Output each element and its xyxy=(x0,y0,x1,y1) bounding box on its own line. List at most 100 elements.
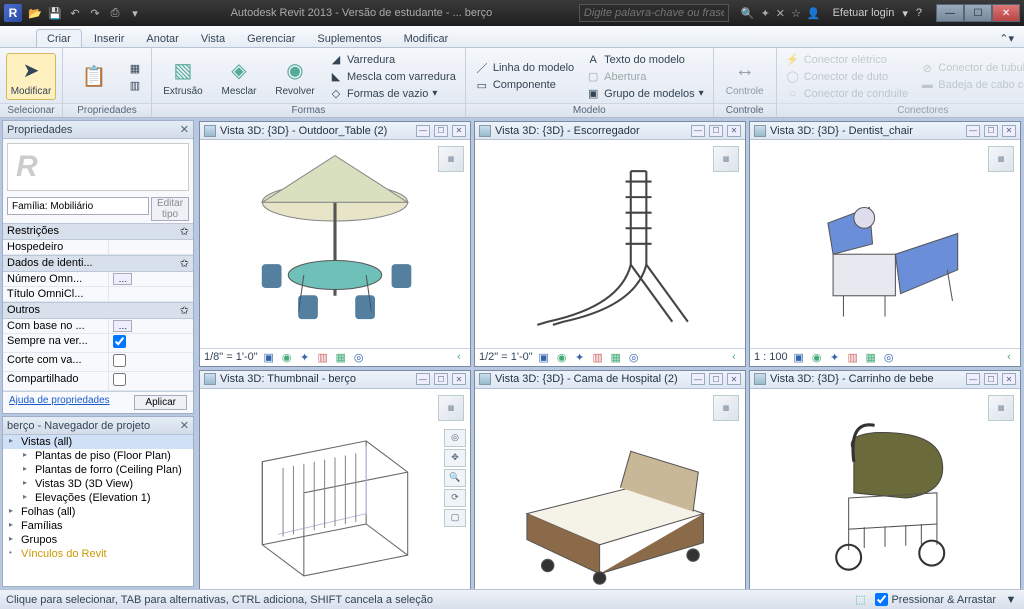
vc-arrow-icon[interactable]: ‹ xyxy=(727,351,741,363)
formas-vazio-button[interactable]: ◇Formas de vazio ▾ xyxy=(326,86,459,102)
controle-button[interactable]: ↔Controle xyxy=(720,54,770,99)
mesclar-button[interactable]: ◈Mesclar xyxy=(214,54,264,99)
help-icon[interactable]: ? xyxy=(916,7,922,19)
nav-orbit-icon[interactable]: ⟳ xyxy=(444,489,466,507)
view-max-icon[interactable]: ☐ xyxy=(984,373,998,385)
user-icon[interactable]: 👤 xyxy=(807,7,821,20)
vc-icon[interactable]: ▣ xyxy=(792,351,806,363)
texto-modelo-button[interactable]: ATexto do modelo xyxy=(583,52,707,68)
view-max-icon[interactable]: ☐ xyxy=(434,125,448,137)
apply-button[interactable]: Aplicar xyxy=(134,395,187,410)
properties-help-link[interactable]: Ajuda de propriedades xyxy=(9,395,110,410)
tree-vinculos[interactable]: Vínculos do Revit xyxy=(3,547,193,561)
view-close-icon[interactable]: ✕ xyxy=(452,373,466,385)
vc-icon[interactable]: ▥ xyxy=(316,351,330,363)
prop-titulo-omni[interactable]: Título OmniCl... xyxy=(3,287,193,302)
view-canvas[interactable]: ▩ xyxy=(200,140,470,348)
vc-icon[interactable]: ✦ xyxy=(573,351,587,363)
view-close-icon[interactable]: ✕ xyxy=(727,125,741,137)
nav-pan-icon[interactable]: ✥ xyxy=(444,449,466,467)
prop-compartilhado[interactable]: Compartilhado xyxy=(3,372,193,391)
view-min-icon[interactable]: — xyxy=(966,125,980,137)
family-types-button[interactable]: ▦ xyxy=(125,60,145,76)
view-canvas[interactable]: ▩ ◎ ✥ 🔍 ⟳ ▢ xyxy=(200,389,470,589)
view-min-icon[interactable]: — xyxy=(691,125,705,137)
vc-icon[interactable]: ▣ xyxy=(262,351,276,363)
subscription-icon[interactable]: ✦ xyxy=(761,7,770,20)
vc-icon[interactable]: ▥ xyxy=(591,351,605,363)
view-close-icon[interactable]: ✕ xyxy=(452,125,466,137)
app-menu-icon[interactable]: R xyxy=(4,4,22,22)
vc-arrow-icon[interactable]: ‹ xyxy=(452,351,466,363)
view-min-icon[interactable]: — xyxy=(691,373,705,385)
vc-icon[interactable]: ▦ xyxy=(864,351,878,363)
viewcube[interactable]: ▩ xyxy=(438,146,464,172)
nav-wheel-icon[interactable]: ◎ xyxy=(444,429,466,447)
search-input[interactable] xyxy=(579,4,729,22)
view-max-icon[interactable]: ☐ xyxy=(984,125,998,137)
press-drag-checkbox[interactable] xyxy=(875,593,888,606)
prop-sempre-ver[interactable]: Sempre na ver... xyxy=(3,334,193,353)
view-max-icon[interactable]: ☐ xyxy=(434,373,448,385)
view-canvas[interactable]: ▩ xyxy=(750,140,1020,348)
tree-plantas-piso[interactable]: Plantas de piso (Floor Plan) xyxy=(17,449,193,463)
tree-folhas[interactable]: Folhas (all) xyxy=(3,505,193,519)
tree-plantas-forro[interactable]: Plantas de forro (Ceiling Plan) xyxy=(17,463,193,477)
vc-icon[interactable]: ◎ xyxy=(352,351,366,363)
cat-outros[interactable]: Outros✩ xyxy=(3,302,193,319)
vc-icon[interactable]: ✦ xyxy=(828,351,842,363)
prop-corte-va[interactable]: Corte com va... xyxy=(3,353,193,372)
vc-icon[interactable]: ◎ xyxy=(882,351,896,363)
view-close-icon[interactable]: ✕ xyxy=(1002,373,1016,385)
viewcube[interactable]: ▩ xyxy=(713,146,739,172)
varredura-button[interactable]: ◢Varredura xyxy=(326,52,459,68)
revolver-button[interactable]: ◉Revolver xyxy=(270,54,320,99)
tree-familias[interactable]: Famílias xyxy=(3,519,193,533)
sempre-ver-checkbox[interactable] xyxy=(113,335,126,348)
view-min-icon[interactable]: — xyxy=(416,373,430,385)
tab-vista[interactable]: Vista xyxy=(191,30,235,47)
tree-grupos[interactable]: Grupos xyxy=(3,533,193,547)
browser-close-icon[interactable]: ✕ xyxy=(180,419,189,432)
cat-dados-ident[interactable]: Dados de identi...✩ xyxy=(3,255,193,272)
tab-anotar[interactable]: Anotar xyxy=(136,30,188,47)
vc-icon[interactable]: ✦ xyxy=(298,351,312,363)
close-button[interactable]: ✕ xyxy=(992,4,1020,22)
filter-icon[interactable]: ▼ xyxy=(1004,593,1018,607)
family-category-button[interactable]: ▥ xyxy=(125,77,145,93)
vc-icon[interactable]: ▥ xyxy=(846,351,860,363)
mescla-varredura-button[interactable]: ◣Mescla com varredura xyxy=(326,69,459,85)
viewcube[interactable]: ▩ xyxy=(438,395,464,421)
family-type-select[interactable] xyxy=(7,197,149,215)
save-icon[interactable]: 💾 xyxy=(46,4,64,22)
view-canvas[interactable]: ▩ xyxy=(750,389,1020,589)
vc-icon[interactable]: ◉ xyxy=(280,351,294,363)
view-close-icon[interactable]: ✕ xyxy=(1002,125,1016,137)
properties-button[interactable]: 📋 xyxy=(69,61,119,93)
nav-zoom-icon[interactable]: 🔍 xyxy=(444,469,466,487)
favorite-icon[interactable]: ☆ xyxy=(791,7,801,20)
linha-modelo-button[interactable]: ／Linha do modelo xyxy=(472,60,577,76)
prop-numero-omni[interactable]: Número Omn...… xyxy=(3,272,193,287)
vc-icon[interactable]: ▣ xyxy=(537,351,551,363)
browser-tree[interactable]: Vistas (all) Plantas de piso (Floor Plan… xyxy=(3,435,193,586)
properties-close-icon[interactable]: ✕ xyxy=(180,123,189,136)
tab-inserir[interactable]: Inserir xyxy=(84,30,135,47)
open-icon[interactable]: 📂 xyxy=(26,4,44,22)
modify-button[interactable]: ➤ Modificar xyxy=(6,53,56,100)
view-max-icon[interactable]: ☐ xyxy=(709,373,723,385)
view-canvas[interactable]: ▩ xyxy=(475,389,745,589)
view-min-icon[interactable]: — xyxy=(966,373,980,385)
grupo-modelos-button[interactable]: ▣Grupo de modelos ▾ xyxy=(583,86,707,102)
edit-type-button[interactable]: Editar tipo xyxy=(151,197,189,221)
tree-vistas-3d[interactable]: Vistas 3D (3D View) xyxy=(17,477,193,491)
vc-arrow-icon[interactable]: ‹ xyxy=(1002,351,1016,363)
vc-icon[interactable]: ◎ xyxy=(627,351,641,363)
ribbon-collapse-icon[interactable]: ⌃▾ xyxy=(989,29,1024,47)
prop-hospedeiro[interactable]: Hospedeiro xyxy=(3,240,193,255)
maximize-button[interactable]: ☐ xyxy=(964,4,992,22)
prop-com-base[interactable]: Com base no ...… xyxy=(3,319,193,334)
print-icon[interactable]: ⎙ xyxy=(106,4,124,22)
tab-gerenciar[interactable]: Gerenciar xyxy=(237,30,305,47)
status-icon[interactable]: ⬚ xyxy=(853,593,867,607)
